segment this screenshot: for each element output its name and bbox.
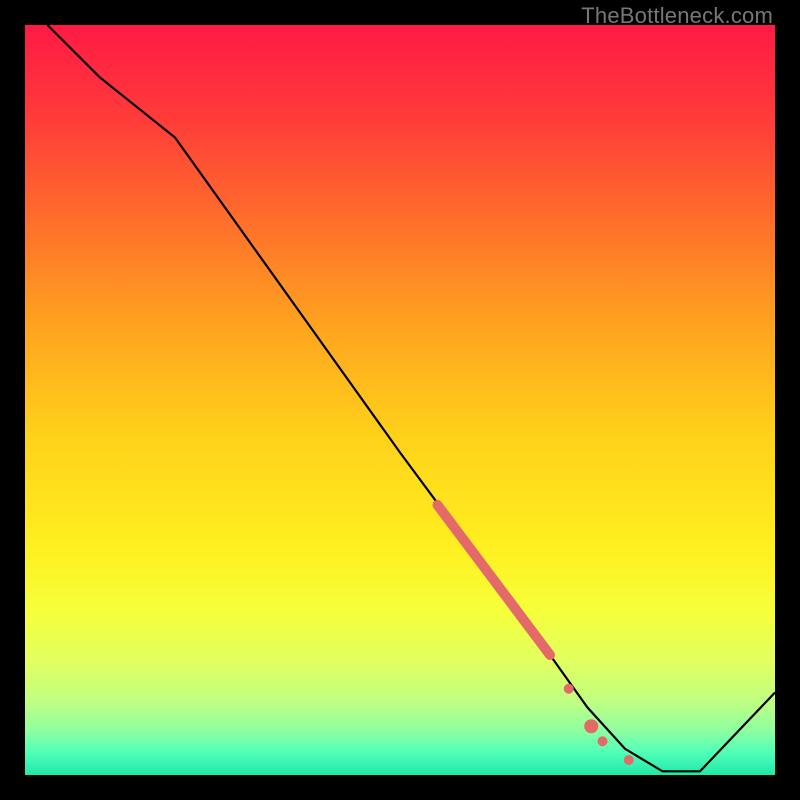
highlight-point <box>624 755 634 765</box>
highlight-segment <box>438 505 551 655</box>
highlight-points <box>564 684 634 765</box>
highlight-point <box>598 736 608 746</box>
watermark-text: TheBottleneck.com <box>581 3 773 29</box>
highlight-point <box>584 719 598 733</box>
chart-curve-layer <box>25 25 775 775</box>
chart-area <box>25 25 775 775</box>
bottleneck-curve <box>48 25 776 771</box>
highlight-point <box>564 684 574 694</box>
